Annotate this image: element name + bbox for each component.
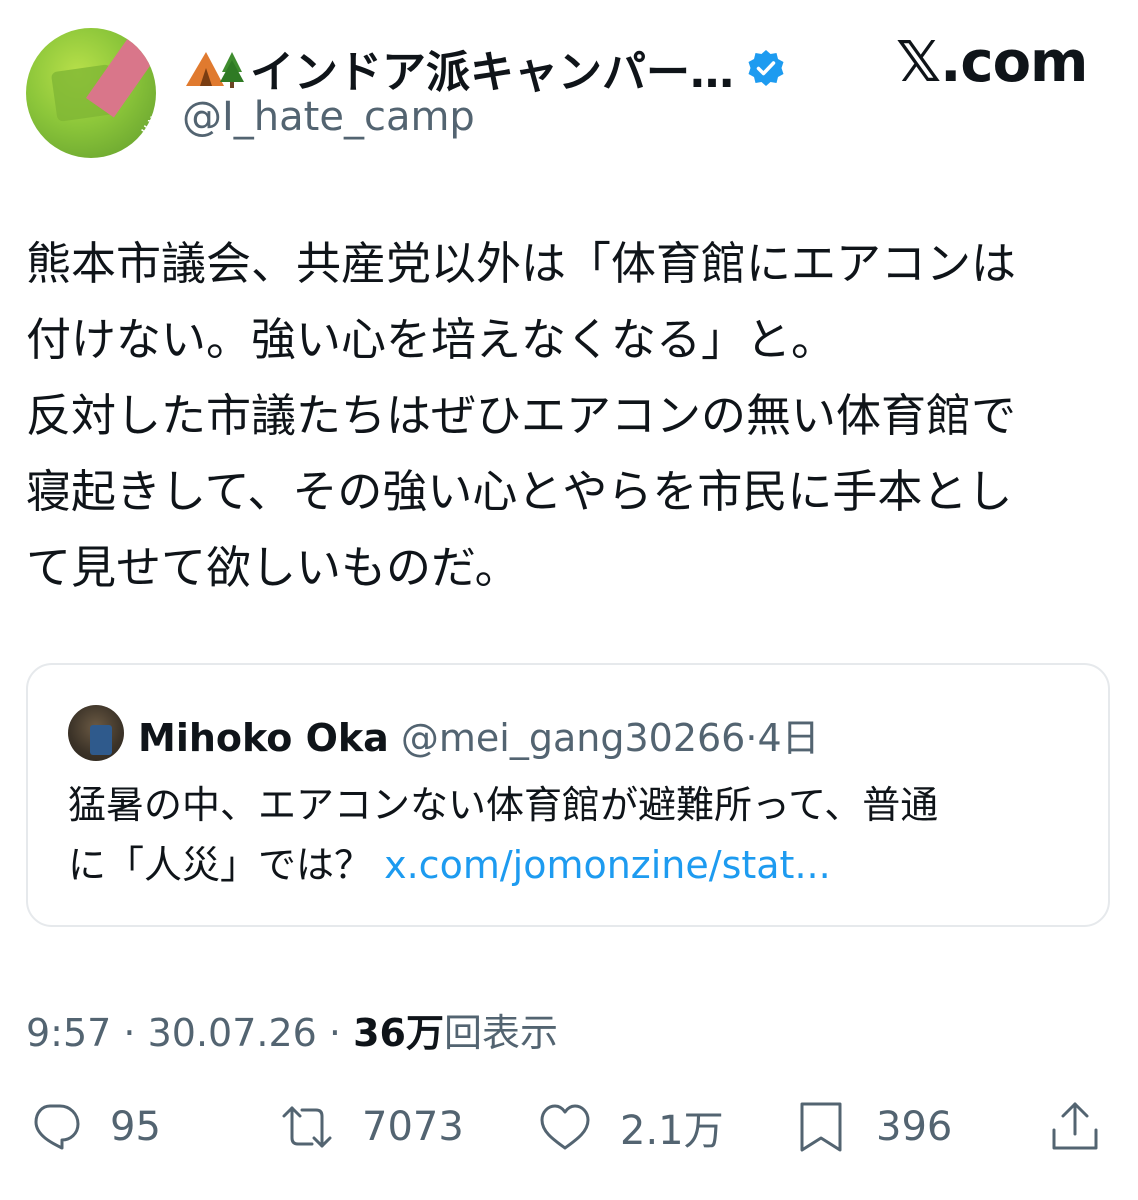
author-avatar[interactable]: NO! 共謀罪 (26, 28, 156, 158)
tweet-time[interactable]: 9:57 (26, 1011, 111, 1055)
bookmark-button[interactable]: 396 (792, 1092, 952, 1162)
quote-header: Mihoko Oka @mei_gang30266·4日 (138, 707, 820, 762)
quote-author-avatar[interactable] (68, 705, 124, 761)
share-button[interactable] (1046, 1092, 1104, 1162)
author-display-name[interactable]: インドア派キャンパー… (250, 36, 734, 100)
author-name-row[interactable]: インドア派キャンパー… (182, 36, 786, 100)
avatar-badge-text: NO! 共謀罪 (120, 101, 156, 158)
avatar-figure (90, 725, 112, 755)
action-bar: 95 7073 2.1万 396 (0, 1092, 1138, 1162)
quote-author-handle[interactable]: @mei_gang30266 (401, 716, 745, 760)
bookmark-icon (800, 1102, 842, 1152)
quote-age: 4日 (757, 716, 820, 760)
repost-count: 7073 (362, 1104, 464, 1150)
like-count: 2.1万 (620, 1108, 724, 1154)
reply-button[interactable]: 95 (26, 1092, 161, 1162)
quoted-tweet[interactable]: Mihoko Oka @mei_gang30266·4日 猛暑の中、エアコンない… (26, 663, 1110, 927)
meta-separator: · (111, 1011, 148, 1055)
like-button[interactable]: 2.1万 (536, 1092, 724, 1162)
tweet-date[interactable]: 30.07.26 (148, 1011, 317, 1055)
quote-author-name[interactable]: Mihoko Oka (138, 716, 389, 760)
reply-count: 95 (110, 1104, 161, 1150)
views-label: 回表示 (443, 1011, 558, 1055)
verified-badge-icon (746, 48, 786, 88)
bookmark-count: 396 (876, 1104, 953, 1150)
share-icon (1052, 1102, 1098, 1150)
repost-icon (282, 1106, 332, 1148)
quote-text: 猛暑の中、エアコンない体育館が避難所って、普通 に「人災」では？ x.com/j… (68, 775, 1078, 895)
like-icon (540, 1104, 590, 1150)
tent-emoji-icon (182, 46, 244, 90)
tweet-text: 熊本市議会、共産党以外は「体育館にエアコンは 付けない。強い心を培えなくなる」と… (26, 237, 1017, 594)
repost-button[interactable]: 7073 (278, 1092, 464, 1162)
tweet-meta: 9:57 · 30.07.26 · 36万回表示 (26, 1002, 558, 1057)
author-handle[interactable]: @I_hate_camp (182, 94, 475, 140)
meta-separator-2: · (316, 1011, 354, 1055)
x-com-logo: 𝕏.com (896, 30, 1088, 95)
reply-icon (34, 1104, 80, 1150)
quote-link[interactable]: x.com/jomonzine/stat... (384, 843, 831, 887)
quote-separator: · (745, 716, 758, 760)
views-count: 36万 (353, 1011, 444, 1055)
